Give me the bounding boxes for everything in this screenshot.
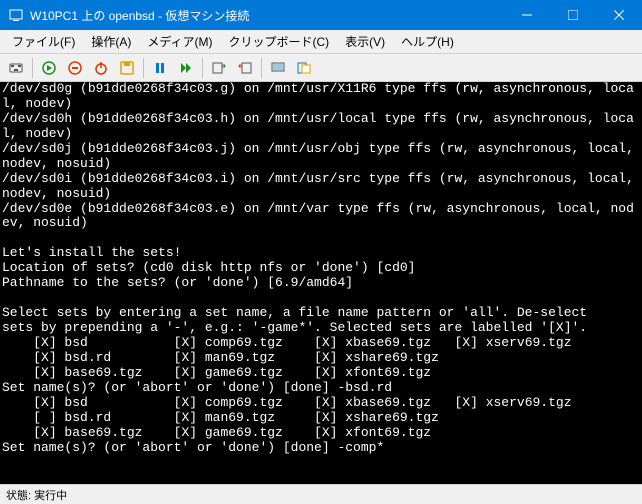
toolbar-separator xyxy=(261,58,262,78)
status-bar: 状態: 実行中 xyxy=(0,484,642,504)
toolbar xyxy=(0,54,642,82)
toolbar-separator xyxy=(32,58,33,78)
window-titlebar: W10PC1 上の openbsd - 仮想マシン接続 xyxy=(0,0,642,30)
terminal-output[interactable]: /dev/sd0g (b91dde0268f34c03.g) on /mnt/u… xyxy=(0,82,642,484)
checkpoint-button[interactable] xyxy=(207,56,231,80)
share-button[interactable] xyxy=(292,56,316,80)
pause-button[interactable] xyxy=(148,56,172,80)
status-value: 実行中 xyxy=(34,487,67,503)
ctrl-alt-del-button[interactable] xyxy=(4,56,28,80)
maximize-button[interactable] xyxy=(550,0,596,30)
toolbar-separator xyxy=(202,58,203,78)
start-button[interactable] xyxy=(37,56,61,80)
save-button[interactable] xyxy=(115,56,139,80)
app-icon xyxy=(8,7,24,23)
window-controls xyxy=(504,0,642,30)
menu-clipboard[interactable]: クリップボード(C) xyxy=(220,31,337,52)
menu-bar: ファイル(F) 操作(A) メディア(M) クリップボード(C) 表示(V) ヘ… xyxy=(0,30,642,54)
shutdown-button[interactable] xyxy=(89,56,113,80)
revert-button[interactable] xyxy=(233,56,257,80)
minimize-button[interactable] xyxy=(504,0,550,30)
reset-button[interactable] xyxy=(174,56,198,80)
turnoff-button[interactable] xyxy=(63,56,87,80)
menu-view[interactable]: 表示(V) xyxy=(337,31,393,52)
menu-help[interactable]: ヘルプ(H) xyxy=(393,31,462,52)
close-button[interactable] xyxy=(596,0,642,30)
enhanced-session-button[interactable] xyxy=(266,56,290,80)
menu-media[interactable]: メディア(M) xyxy=(139,31,220,52)
window-title: W10PC1 上の openbsd - 仮想マシン接続 xyxy=(30,7,504,24)
menu-action[interactable]: 操作(A) xyxy=(83,31,139,52)
menu-file[interactable]: ファイル(F) xyxy=(4,31,83,52)
status-label: 状態: xyxy=(6,487,31,503)
toolbar-separator xyxy=(143,58,144,78)
